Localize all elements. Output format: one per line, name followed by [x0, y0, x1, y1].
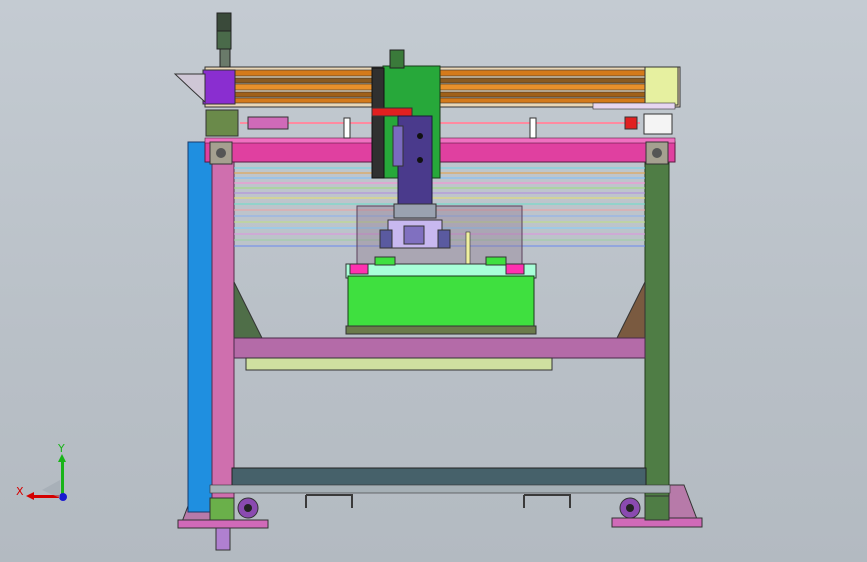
cad-model-view: [173, 12, 703, 551]
left-gusset: [233, 281, 263, 339]
right-gusset: [616, 281, 646, 339]
lower-beam: [233, 337, 646, 359]
cad-viewport[interactable]: X Y: [0, 0, 867, 562]
rail-cap-right: [644, 66, 679, 106]
left-column: [211, 159, 235, 521]
left-column-blue: [187, 141, 213, 513]
motor-block: [202, 69, 236, 105]
triad-axes: [26, 454, 67, 501]
right-column: [644, 159, 670, 521]
axis-y-label: Y: [58, 442, 65, 455]
servo-motor: [216, 12, 232, 68]
lower-shelf: [245, 357, 553, 371]
orientation-triad: X Y: [12, 440, 82, 510]
z-axis-rail: [371, 67, 385, 179]
workpiece-box: [345, 256, 537, 335]
axis-x-label: X: [16, 485, 24, 498]
caster-wheels: [209, 495, 670, 551]
